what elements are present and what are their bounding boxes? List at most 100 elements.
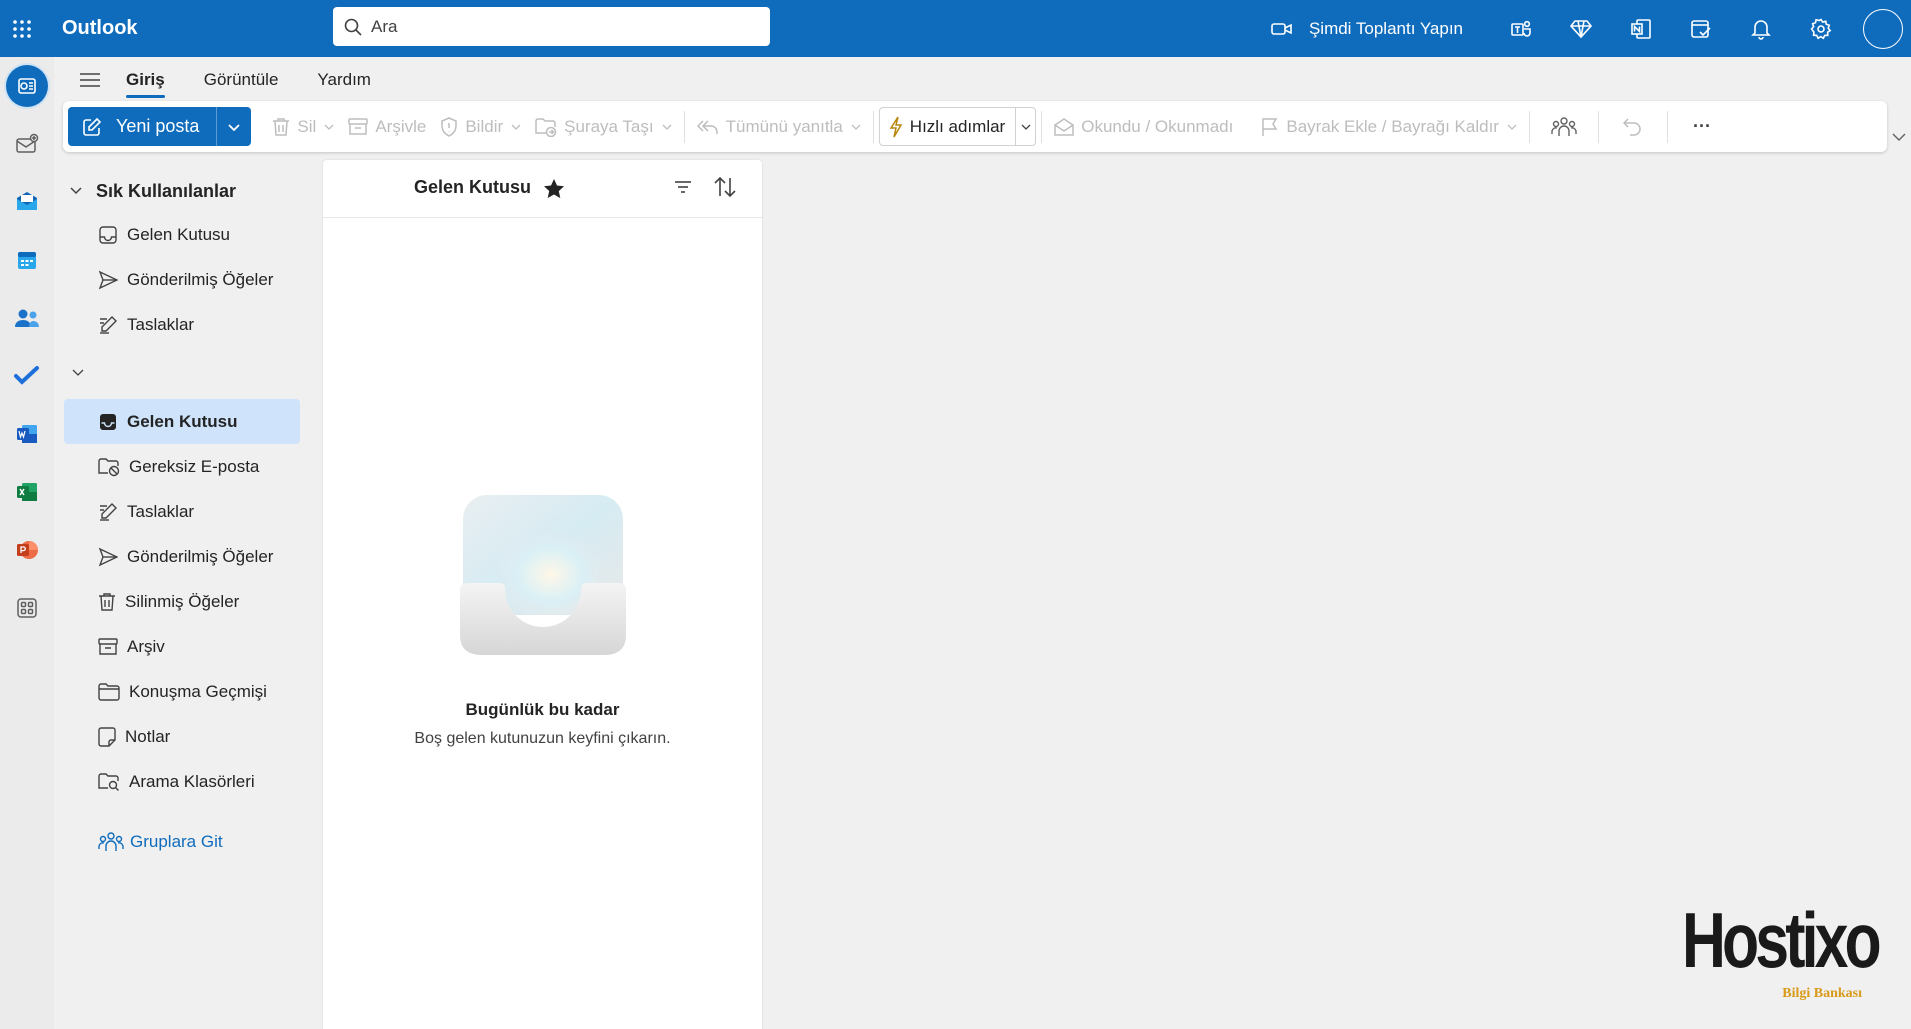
powerpoint-icon[interactable] [0, 521, 54, 579]
delete-button[interactable]: Sil [265, 107, 341, 146]
toolbar-divider [683, 110, 685, 143]
folder-label: Arama Klasörleri [129, 771, 255, 791]
people-team-icon [1551, 116, 1577, 136]
tab-help[interactable]: Yardım [317, 62, 371, 98]
envelope-open-icon [1054, 117, 1074, 136]
outlook-mail-icon[interactable] [0, 173, 54, 231]
report-button[interactable]: Bildir [433, 107, 528, 146]
outlook-app-icon[interactable] [0, 57, 54, 115]
folder-label: Notlar [125, 726, 171, 746]
favorite-item-sent[interactable]: Gönderilmiş Öğeler [64, 257, 300, 302]
search-folder-icon [98, 772, 119, 791]
quick-steps-button[interactable]: Hızlı adımlar [880, 108, 1015, 145]
flag-icon [1262, 117, 1278, 136]
flag-button[interactable]: Bayrak Ekle / Bayrağı Kaldır [1254, 107, 1524, 146]
favorite-item-drafts[interactable]: Taslaklar [64, 302, 300, 347]
quick-steps-dropdown[interactable] [1015, 108, 1035, 145]
draft-icon [100, 315, 117, 334]
favorite-item-inbox[interactable]: Gelen Kutusu [64, 212, 300, 257]
gear-icon[interactable] [1791, 0, 1851, 57]
reply-all-icon [696, 119, 718, 134]
people-icon[interactable] [0, 289, 54, 347]
toolbar-divider [1528, 110, 1530, 143]
mail-rail-icon[interactable] [0, 115, 54, 173]
read-unread-button[interactable]: Okundu / Okunmadı [1047, 107, 1240, 146]
folder-move-icon [535, 117, 557, 137]
folder-label: Gönderilmiş Öğeler [127, 546, 274, 566]
toolbar-divider [1666, 110, 1668, 143]
more-apps-icon[interactable] [0, 579, 54, 637]
favorites-label: Sık Kullanılanlar [96, 180, 237, 201]
avatar[interactable] [1863, 8, 1903, 49]
folder-item-inbox[interactable]: Gelen Kutusu [64, 399, 300, 444]
filter-icon[interactable] [673, 177, 693, 197]
watermark-tagline: Bilgi Bankası [1782, 986, 1862, 1001]
folder-item-search-folders[interactable]: Arama Klasörleri [64, 759, 300, 804]
trash-icon [99, 592, 115, 611]
empty-inbox-illustration [460, 495, 626, 657]
folder-item-drafts[interactable]: Taslaklar [64, 489, 300, 534]
favorites-header[interactable]: Sık Kullanılanlar [54, 170, 324, 212]
folder-label: Gelen Kutusu [127, 411, 238, 431]
tab-home[interactable]: Giriş [126, 62, 165, 98]
new-mail-dropdown[interactable] [216, 107, 252, 146]
folder-item-deleted[interactable]: Silinmiş Öğeler [64, 579, 300, 624]
hamburger-icon[interactable] [54, 57, 126, 102]
folder-label: Taslaklar [127, 314, 195, 334]
new-mail-split-button: Yeni posta [68, 107, 252, 146]
meet-now-button[interactable]: Şimdi Toplantı Yapın [1271, 19, 1463, 39]
reply-all-button[interactable]: Tümünü yanıtla [690, 107, 868, 146]
more-options-button[interactable]: ··· [1673, 107, 1731, 146]
word-icon[interactable] [0, 405, 54, 463]
message-list: Gelen Kutusu Bugünlük bu kadar Boş gelen… [323, 160, 762, 1029]
compose-icon [82, 117, 102, 137]
folder-label: Silinmiş Öğeler [125, 591, 240, 611]
folder-label: Taslaklar [127, 501, 195, 521]
bell-icon[interactable] [1731, 0, 1791, 57]
trash-icon [273, 117, 290, 136]
onenote-icon[interactable] [1611, 0, 1671, 57]
watermark-logo: Hostixo Bilgi Bankası [1682, 900, 1892, 1010]
empty-state-title: Bugünlük bu kadar [465, 700, 620, 719]
flag-label: Bayrak Ekle / Bayrağı Kaldır [1286, 116, 1499, 136]
toolbar-divider [872, 110, 874, 143]
lightning-icon [889, 116, 903, 137]
move-to-button[interactable]: Şuraya Taşı [528, 107, 678, 146]
folder-item-junk[interactable]: Gereksiz E-posta [64, 444, 300, 489]
ribbon-expand-icon[interactable] [1887, 125, 1911, 149]
star-icon[interactable] [543, 178, 565, 198]
teams-icon[interactable] [1491, 0, 1551, 57]
draft-icon [100, 502, 117, 521]
archive-button[interactable]: Arşivle [341, 107, 433, 146]
go-to-groups-link[interactable]: Gruplara Git [54, 819, 324, 864]
search-box[interactable] [333, 7, 770, 46]
delete-label: Sil [297, 116, 317, 136]
folder-item-archive[interactable]: Arşiv [64, 624, 300, 669]
search-input[interactable] [371, 16, 751, 37]
send-icon [98, 547, 118, 566]
calendar-icon[interactable] [0, 231, 54, 289]
folder-item-sent[interactable]: Gönderilmiş Öğeler [64, 534, 300, 579]
reply-all-label: Tümünü yanıtla [725, 116, 843, 136]
message-list-title: Gelen Kutusu [414, 177, 565, 198]
folder-icon [98, 682, 120, 701]
excel-icon[interactable] [0, 463, 54, 521]
toolbar-divider [1041, 110, 1043, 143]
folder-item-conversation-history[interactable]: Konuşma Geçmişi [64, 669, 300, 714]
folder-label: Konuşma Geçmişi [129, 681, 267, 701]
new-mail-button[interactable]: Yeni posta [68, 107, 217, 146]
my-day-icon[interactable] [1671, 0, 1731, 57]
folder-item-notes[interactable]: Notlar [64, 714, 300, 759]
todo-icon[interactable] [0, 347, 54, 405]
toolbar-divider [1597, 110, 1599, 143]
premium-diamond-icon[interactable] [1551, 0, 1611, 57]
sort-icon[interactable] [713, 176, 737, 198]
groups-button[interactable] [1535, 107, 1593, 146]
account-collapse-toggle[interactable] [54, 347, 324, 399]
go-to-groups-label: Gruplara Git [130, 831, 223, 851]
app-launcher-icon[interactable] [0, 0, 44, 57]
undo-button[interactable] [1604, 107, 1662, 146]
quick-steps-label: Hızlı adımlar [909, 116, 1006, 136]
tab-view[interactable]: Görüntüle [204, 62, 279, 98]
app-title[interactable]: Outlook [62, 17, 332, 40]
